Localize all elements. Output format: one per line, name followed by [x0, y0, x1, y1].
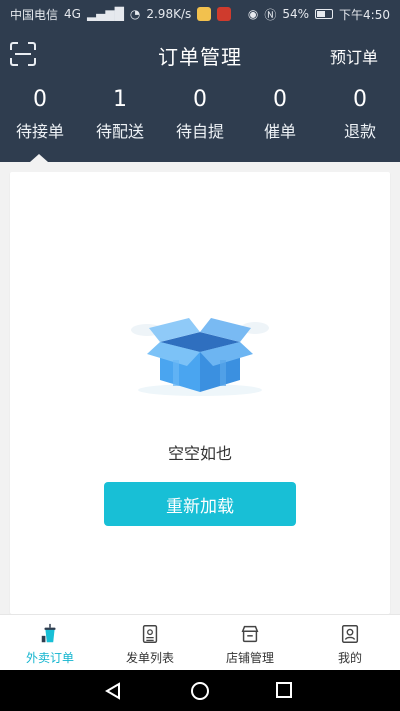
stat-count: 0 [193, 87, 207, 112]
home-icon[interactable] [191, 682, 209, 700]
carrier-label: 中国电信 [10, 7, 59, 22]
recent-apps-icon[interactable] [276, 682, 292, 698]
bottom-tab-bar: 外卖订单 发单列表 店铺管理 我的 [0, 614, 400, 670]
wifi-icon: ◔ [129, 7, 141, 21]
stat-count: 0 [353, 87, 367, 112]
tab-profile[interactable]: 我的 [300, 615, 400, 670]
stat-pending-accept[interactable]: 0 待接单 [0, 84, 80, 144]
status-left: 中国电信 4G ▂▄▆█ ◔ 2.98K/s [10, 6, 232, 23]
stat-label: 待自提 [175, 122, 224, 141]
stat-label: 催单 [263, 122, 296, 141]
order-stats: 0 待接单 1 待配送 0 待自提 0 催单 0 退款 [0, 84, 400, 144]
empty-box-illustration [131, 318, 269, 396]
eye-comfort-icon: ◉ [247, 7, 259, 21]
stat-count: 1 [113, 87, 127, 112]
system-nav-bar [0, 670, 400, 711]
notification-app-icon [197, 7, 212, 21]
stat-label: 退款 [343, 122, 376, 141]
document-list-icon [142, 625, 158, 643]
tab-label: 我的 [337, 651, 362, 665]
tab-store-management[interactable]: 店铺管理 [200, 615, 300, 670]
stat-pending-pickup[interactable]: 0 待自提 [160, 84, 240, 144]
stat-count: 0 [33, 87, 47, 112]
stat-refunds[interactable]: 0 退款 [320, 84, 400, 144]
network-speed: 2.98K/s [146, 7, 192, 21]
stat-reminders[interactable]: 0 催单 [240, 84, 320, 144]
tab-dispatch-list[interactable]: 发单列表 [100, 615, 200, 670]
profile-icon [341, 625, 359, 643]
tab-label: 发单列表 [125, 651, 174, 665]
stat-count: 0 [273, 87, 287, 112]
network-type: 4G [64, 7, 81, 21]
preorder-button[interactable]: 预订单 [330, 44, 378, 68]
tab-label: 店铺管理 [225, 651, 274, 665]
battery-icon [315, 9, 334, 19]
clock: 下午4:50 [339, 7, 390, 22]
signal-icon: ▂▄▆█ [86, 7, 124, 21]
order-header: 订单管理 预订单 0 待接单 1 待配送 0 待自提 0 催单 0 退款 [0, 28, 400, 162]
status-right: ◉ Ⓝ 54% 下午4:50 [248, 6, 390, 23]
reload-button[interactable]: 重新加载 [104, 482, 296, 526]
back-icon[interactable] [104, 682, 122, 700]
notification-news-icon [217, 7, 232, 21]
active-stat-indicator [30, 154, 48, 162]
stat-label: 待接单 [15, 122, 64, 141]
title-bar: 订单管理 预订单 [0, 28, 400, 80]
order-list-panel: 空空如也 重新加载 [10, 172, 390, 614]
tab-takeout-orders[interactable]: 外卖订单 [0, 615, 100, 670]
stat-label: 待配送 [95, 122, 144, 141]
nfc-icon: Ⓝ [264, 7, 277, 22]
tab-label: 外卖订单 [25, 651, 74, 665]
drink-cup-icon [41, 623, 56, 643]
stat-pending-delivery[interactable]: 1 待配送 [80, 84, 160, 144]
battery-percent: 54% [282, 7, 310, 21]
store-icon [241, 625, 259, 643]
empty-message: 空空如也 [167, 444, 232, 463]
status-bar: 中国电信 4G ▂▄▆█ ◔ 2.98K/s ◉ Ⓝ 54% 下午4:50 [0, 0, 400, 28]
